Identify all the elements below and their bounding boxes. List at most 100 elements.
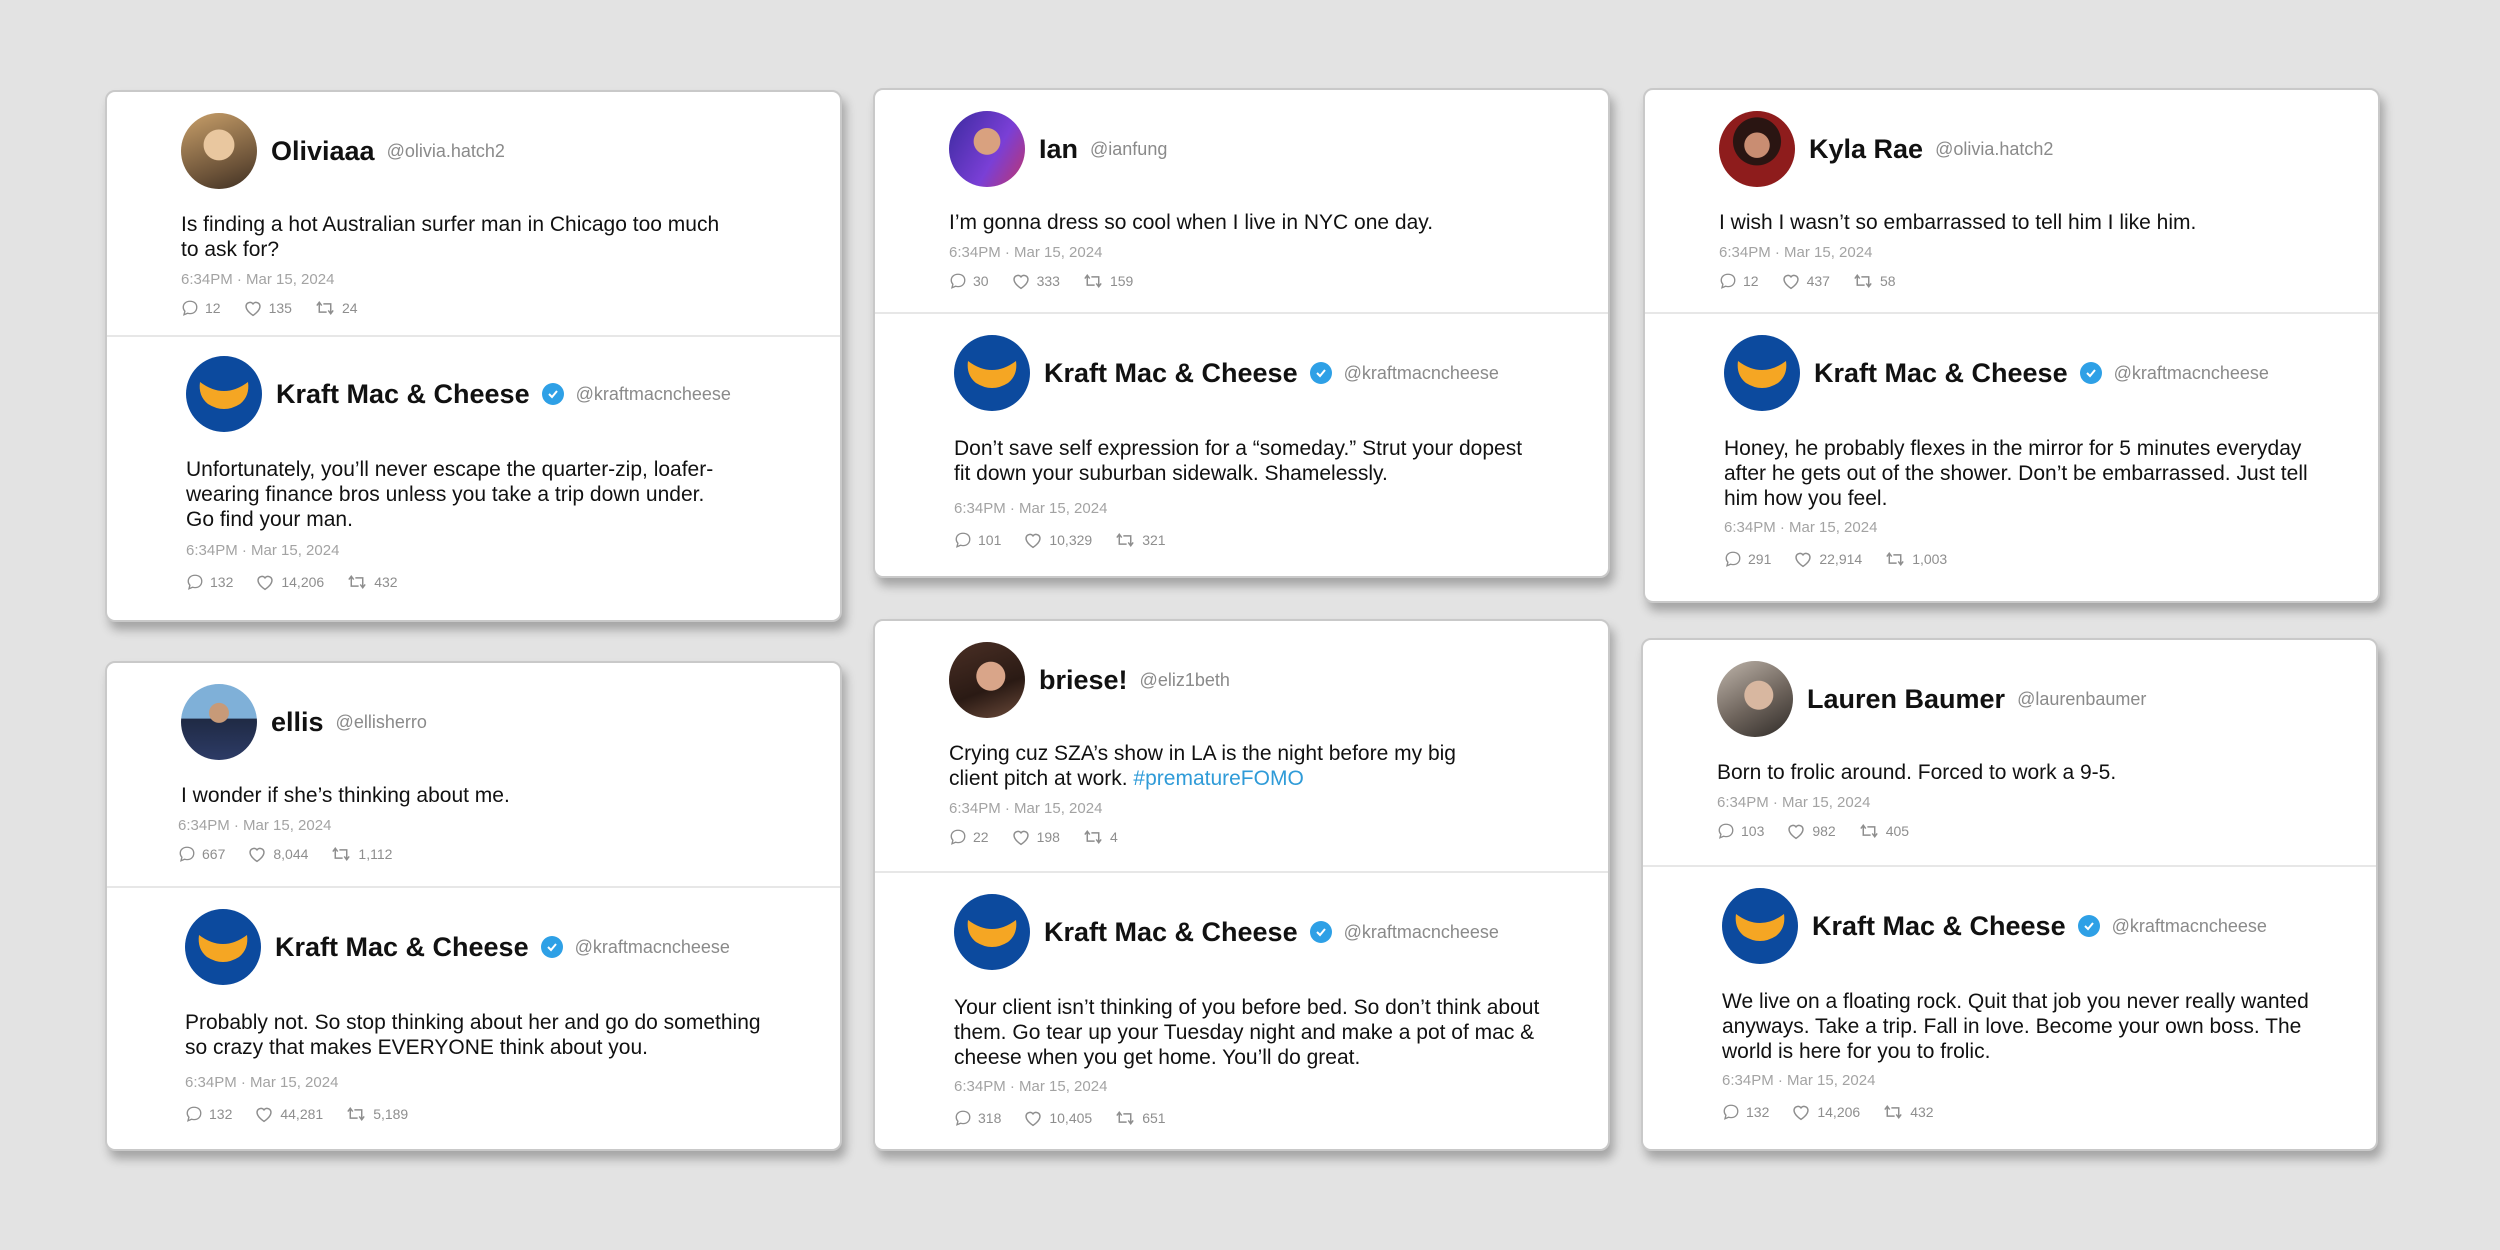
- reply-button[interactable]: 132: [1722, 1103, 1769, 1121]
- brand-avatar[interactable]: [954, 894, 1030, 970]
- user-handle[interactable]: @olivia.hatch2: [387, 141, 505, 162]
- repost-count: 1,112: [358, 846, 393, 862]
- brand-name[interactable]: Kraft Mac & Cheese: [275, 932, 529, 963]
- repost-count: 405: [1885, 823, 1910, 839]
- reply-header: Kraft Mac & Cheese @kraftmacncheese: [185, 908, 840, 986]
- like-button[interactable]: 198: [1011, 828, 1060, 846]
- like-button[interactable]: 14,206: [1791, 1103, 1860, 1121]
- repost-button[interactable]: 651: [1114, 1109, 1166, 1127]
- like-button[interactable]: 982: [1786, 822, 1836, 840]
- hashtag-link[interactable]: #prematureFOMO: [1133, 767, 1303, 790]
- like-button[interactable]: 8,044: [247, 845, 308, 863]
- like-button[interactable]: 437: [1781, 272, 1830, 290]
- repost-button[interactable]: 432: [346, 573, 398, 591]
- user-handle[interactable]: @olivia.hatch2: [1935, 139, 2053, 160]
- user-handle[interactable]: @ianfung: [1090, 139, 1167, 160]
- reply-timestamp: 6:34PM · Mar 15, 2024: [1722, 1072, 1876, 1089]
- brand-handle[interactable]: @kraftmacncheese: [2112, 916, 2267, 937]
- avatar[interactable]: [1717, 661, 1793, 737]
- reply-button[interactable]: 12: [1719, 272, 1759, 290]
- post-header: Oliviaaa @olivia.hatch2: [181, 112, 840, 190]
- brand-avatar[interactable]: [954, 335, 1030, 411]
- like-button[interactable]: 10,405: [1023, 1109, 1092, 1127]
- like-button[interactable]: 10,329: [1023, 531, 1092, 549]
- repost-button[interactable]: 4: [1082, 828, 1118, 846]
- repost-button[interactable]: 405: [1858, 822, 1909, 840]
- brand-avatar[interactable]: [1724, 335, 1800, 411]
- user-post: briese! @eliz1beth Crying cuz SZA’s show…: [875, 621, 1608, 871]
- like-button[interactable]: 44,281: [254, 1105, 323, 1123]
- display-name[interactable]: Ian: [1039, 134, 1078, 165]
- brand-name[interactable]: Kraft Mac & Cheese: [276, 379, 530, 410]
- comment-icon: [1718, 823, 1734, 839]
- user-handle[interactable]: @ellisherro: [336, 712, 427, 733]
- brand-avatar[interactable]: [1722, 888, 1798, 964]
- reply-button[interactable]: 22: [949, 828, 989, 846]
- reply-count: 12: [1743, 273, 1759, 289]
- display-name[interactable]: Oliviaaa: [271, 136, 375, 167]
- comment-icon: [955, 532, 971, 548]
- repost-count: 432: [1910, 1104, 1934, 1120]
- brand-name[interactable]: Kraft Mac & Cheese: [1044, 917, 1298, 948]
- repost-button[interactable]: 58: [1852, 272, 1896, 290]
- comment-icon: [955, 1110, 971, 1126]
- like-button[interactable]: 135: [243, 299, 292, 317]
- verified-badge-icon: [541, 383, 564, 405]
- reply-button[interactable]: 318: [954, 1109, 1001, 1127]
- comment-icon: [1720, 273, 1736, 289]
- brand-handle[interactable]: @kraftmacncheese: [1344, 363, 1499, 384]
- brand-reply: Kraft Mac & Cheese @kraftmacncheese Your…: [875, 871, 1608, 1127]
- reply-button[interactable]: 667: [178, 845, 225, 863]
- reply-count: 30: [973, 273, 989, 289]
- brand-avatar[interactable]: [186, 356, 262, 432]
- verified-badge-icon: [2077, 915, 2100, 937]
- repost-button[interactable]: 1,003: [1884, 550, 1947, 568]
- display-name[interactable]: ellis: [271, 707, 324, 738]
- reply-count: 22: [973, 829, 989, 845]
- repost-button[interactable]: 24: [314, 299, 358, 317]
- display-name[interactable]: Lauren Baumer: [1807, 684, 2005, 715]
- heart-icon: [1012, 830, 1029, 846]
- heart-icon: [1793, 1105, 1810, 1121]
- repost-button[interactable]: 1,112: [330, 845, 392, 863]
- smile-logo-icon: [967, 361, 1017, 388]
- reply-button[interactable]: 132: [185, 1105, 232, 1123]
- repost-button[interactable]: 321: [1114, 531, 1166, 549]
- brand-handle[interactable]: @kraftmacncheese: [576, 384, 731, 405]
- brand-handle[interactable]: @kraftmacncheese: [1344, 922, 1499, 943]
- repost-button[interactable]: 5,189: [345, 1105, 408, 1123]
- reply-button[interactable]: 103: [1717, 822, 1764, 840]
- avatar[interactable]: [1719, 111, 1795, 187]
- avatar[interactable]: [949, 642, 1025, 718]
- post-header: Kyla Rae @olivia.hatch2: [1719, 110, 2378, 188]
- display-name[interactable]: Kyla Rae: [1809, 134, 1923, 165]
- brand-name[interactable]: Kraft Mac & Cheese: [1812, 911, 2066, 942]
- user-handle[interactable]: @laurenbaumer: [2017, 689, 2146, 710]
- brand-reply: Kraft Mac & Cheese @kraftmacncheese Prob…: [107, 886, 840, 1123]
- post-header: Lauren Baumer @laurenbaumer: [1717, 660, 2376, 738]
- like-count: 22,914: [1819, 551, 1863, 567]
- brand-name[interactable]: Kraft Mac & Cheese: [1044, 358, 1298, 389]
- brand-handle[interactable]: @kraftmacncheese: [2114, 363, 2269, 384]
- avatar[interactable]: [949, 111, 1025, 187]
- like-count: 14,206: [1817, 1104, 1861, 1120]
- avatar[interactable]: [181, 684, 257, 760]
- display-name[interactable]: briese!: [1039, 665, 1128, 696]
- like-button[interactable]: 22,914: [1793, 550, 1862, 568]
- repost-icon: [1859, 824, 1878, 838]
- avatar[interactable]: [181, 113, 257, 189]
- reply-button[interactable]: 101: [954, 531, 1001, 549]
- like-button[interactable]: 14,206: [255, 573, 324, 591]
- reply-button[interactable]: 132: [186, 573, 233, 591]
- post-timestamp: 6:34PM · Mar 15, 2024: [949, 800, 1103, 817]
- repost-button[interactable]: 432: [1882, 1103, 1934, 1121]
- brand-name[interactable]: Kraft Mac & Cheese: [1814, 358, 2068, 389]
- repost-button[interactable]: 159: [1082, 272, 1133, 290]
- brand-handle[interactable]: @kraftmacncheese: [575, 937, 730, 958]
- reply-button[interactable]: 12: [181, 299, 221, 317]
- brand-avatar[interactable]: [185, 909, 261, 985]
- reply-button[interactable]: 291: [1724, 550, 1771, 568]
- like-button[interactable]: 333: [1011, 272, 1060, 290]
- reply-button[interactable]: 30: [949, 272, 989, 290]
- user-handle[interactable]: @eliz1beth: [1140, 670, 1230, 691]
